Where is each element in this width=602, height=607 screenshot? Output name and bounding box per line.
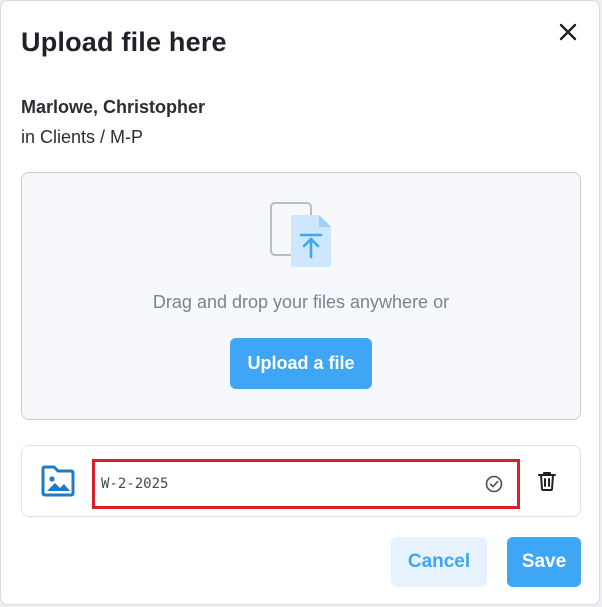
file-upload-icon bbox=[270, 202, 331, 267]
upload-dialog: Upload file here Marlowe, Christopher in… bbox=[0, 0, 600, 605]
file-name-field-highlight bbox=[92, 459, 520, 509]
delete-file-button[interactable] bbox=[534, 468, 560, 494]
close-icon bbox=[559, 23, 577, 41]
save-button[interactable]: Save bbox=[507, 537, 581, 587]
cancel-button[interactable]: Cancel bbox=[391, 537, 487, 587]
file-name-input[interactable] bbox=[95, 462, 517, 506]
image-folder-icon bbox=[41, 465, 75, 497]
trash-icon bbox=[538, 472, 556, 491]
dropzone-prompt: Drag and drop your files anywhere or bbox=[152, 292, 450, 312]
client-name: Marlowe, Christopher bbox=[21, 97, 206, 117]
upload-file-button[interactable]: Upload a file bbox=[230, 338, 372, 389]
file-dropzone[interactable]: Drag and drop your files anywhere or Upl… bbox=[21, 172, 581, 420]
dialog-title: Upload file here bbox=[21, 27, 227, 57]
file-row bbox=[21, 445, 581, 517]
check-circle-icon bbox=[485, 475, 503, 493]
client-path: in Clients / M-P bbox=[21, 127, 144, 147]
close-button[interactable] bbox=[555, 19, 581, 45]
